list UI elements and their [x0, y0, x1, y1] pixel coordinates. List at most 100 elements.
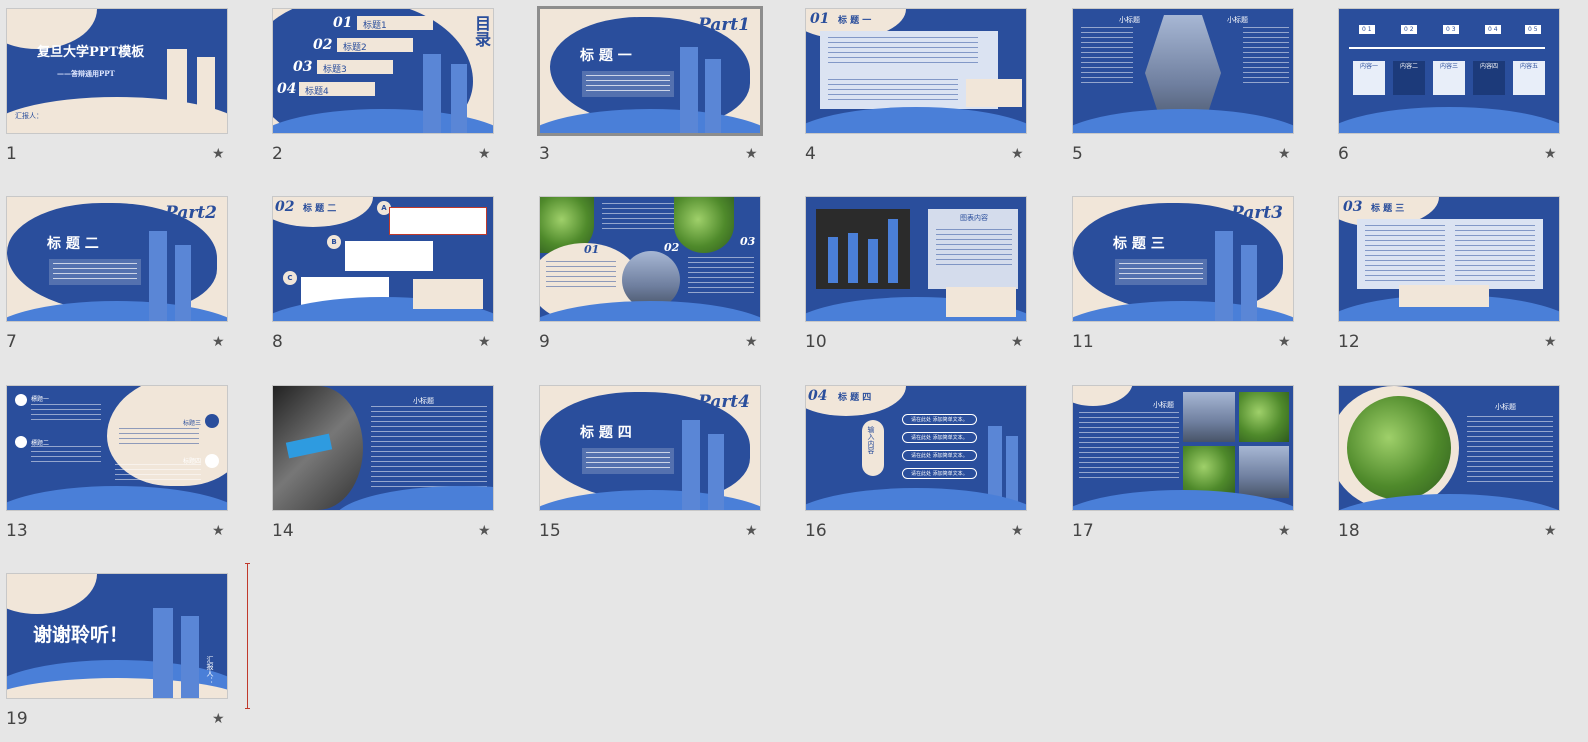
slide-preview[interactable]: 复旦大学PPT模板 ——答辩通用PPT 汇报人：: [6, 8, 228, 134]
marker-b: B: [327, 235, 341, 249]
star-icon[interactable]: ★: [1544, 523, 1557, 539]
star-icon[interactable]: ★: [745, 146, 758, 162]
slide-preview[interactable]: 小标题: [272, 385, 494, 511]
slide-thumbnail-9[interactable]: 01 02 03 9 ★: [539, 196, 761, 356]
slide-preview[interactable]: 图表内容: [805, 196, 1027, 322]
slide-thumbnail-7[interactable]: Part2 标 题 二 7 ★: [6, 196, 228, 356]
slide-title: 标 题 三: [1371, 204, 1405, 214]
step-badge: 0 1: [1359, 25, 1375, 34]
slide-preview[interactable]: 01 标 题 一: [805, 8, 1027, 134]
slide-thumbnail-8[interactable]: 02 标 题 二 A B C 8 ★: [272, 196, 494, 356]
slide-preview[interactable]: 0 1 0 2 0 3 0 4 0 5 内容一 内容二 内容三 内容四 内容五: [1338, 8, 1560, 134]
slide-number: 11: [1072, 332, 1094, 352]
slide-number: 2: [272, 144, 283, 164]
star-icon[interactable]: ★: [478, 334, 491, 350]
slide-preview[interactable]: 03 标 题 三: [1338, 196, 1560, 322]
slide-preview[interactable]: Part2 标 题 二: [6, 196, 228, 322]
slide-heading: 目录: [472, 15, 491, 47]
star-icon[interactable]: ★: [212, 146, 225, 162]
slide-thumbnail-5[interactable]: 小标题 小标题 5 ★: [1072, 8, 1294, 168]
slide-title: 谢谢聆听！: [33, 624, 129, 646]
slide-thumbnail-12[interactable]: 03 标 题 三 12 ★: [1338, 196, 1560, 356]
slide-preview[interactable]: 04 标 题 四 输入内容 请在此处 添加简单文本。 请在此处 添加简单文本。 …: [805, 385, 1027, 511]
row-item: 请在此处 添加简单文本。: [902, 432, 977, 443]
slide-thumbnail-11[interactable]: Part3 标 题 三 11 ★: [1072, 196, 1294, 356]
slide-thumbnail-19[interactable]: 谢谢聆听！ 汇报人： 19 ★: [6, 573, 228, 733]
slide-number: 15: [539, 521, 561, 541]
slide-title: 标 题 一: [580, 48, 632, 64]
slide-number: 17: [1072, 521, 1094, 541]
step-card: 内容一: [1353, 61, 1385, 95]
slide-thumbnail-17[interactable]: 小标题 17 ★: [1072, 385, 1294, 545]
step-card: 内容四: [1473, 61, 1505, 95]
star-icon[interactable]: ★: [212, 334, 225, 350]
item-label: 标题1: [363, 21, 387, 31]
slide-title: 标 题 四: [838, 393, 872, 403]
slide-number: 8: [272, 332, 283, 352]
marker-c: C: [283, 271, 297, 285]
slide-number: 5: [1072, 144, 1083, 164]
slide-preview[interactable]: 小标题: [1338, 385, 1560, 511]
slide-number: 1: [6, 144, 17, 164]
slide-thumbnail-6[interactable]: 0 1 0 2 0 3 0 4 0 5 内容一 内容二 内容三 内容四 内容五 …: [1338, 8, 1560, 168]
slide-preview[interactable]: 小标题 小标题: [1072, 8, 1294, 134]
insertion-cursor: [245, 563, 250, 709]
star-icon[interactable]: ★: [1011, 523, 1024, 539]
star-icon[interactable]: ★: [212, 523, 225, 539]
star-icon[interactable]: ★: [1278, 334, 1291, 350]
slide-number: 18: [1338, 521, 1360, 541]
step-badge: 0 3: [1443, 25, 1459, 34]
star-icon[interactable]: ★: [1278, 523, 1291, 539]
slide-thumbnail-10[interactable]: 图表内容 10 ★: [805, 196, 1027, 356]
slide-thumbnail-15[interactable]: Part4 标 题 四 15 ★: [539, 385, 761, 545]
item-index: 03: [293, 59, 313, 75]
slide-preview[interactable]: Part3 标 题 三: [1072, 196, 1294, 322]
star-icon[interactable]: ★: [745, 334, 758, 350]
label-right: 小标题: [1227, 16, 1248, 24]
slide-title: 标 题 三: [1113, 236, 1165, 252]
slide-label: 小标题: [1495, 403, 1516, 411]
slide-preview[interactable]: Part1 标 题 一: [537, 6, 763, 136]
slide-thumbnail-18[interactable]: 小标题 18 ★: [1338, 385, 1560, 545]
part-label: Part3: [1231, 203, 1283, 223]
star-icon[interactable]: ★: [1544, 334, 1557, 350]
slide-number: 3: [539, 144, 550, 164]
slide-number: 13: [6, 521, 28, 541]
slide-preview[interactable]: 01 标题1 02 标题2 03 标题3 04 标题4 目录: [272, 8, 494, 134]
star-icon[interactable]: ★: [1278, 146, 1291, 162]
slide-number: 14: [272, 521, 294, 541]
star-icon[interactable]: ★: [1011, 146, 1024, 162]
slide-thumbnail-16[interactable]: 04 标 题 四 输入内容 请在此处 添加简单文本。 请在此处 添加简单文本。 …: [805, 385, 1027, 545]
star-icon[interactable]: ★: [745, 523, 758, 539]
item-label: 标题3: [323, 65, 347, 75]
slide-preview[interactable]: 標题一 標题二 标题三 标题四: [6, 385, 228, 511]
slide-thumbnail-14[interactable]: 小标题 14 ★: [272, 385, 494, 545]
star-icon[interactable]: ★: [212, 711, 225, 727]
slide-preview[interactable]: 谢谢聆听！ 汇报人：: [6, 573, 228, 699]
slide-thumbnail-1[interactable]: 复旦大学PPT模板 ——答辩通用PPT 汇报人： 1 ★: [6, 8, 228, 168]
item-title: 標题一: [31, 396, 50, 403]
slide-thumbnail-13[interactable]: 標题一 標题二 标题三 标题四 13 ★: [6, 385, 228, 545]
slide-preview[interactable]: Part4 标 题 四: [539, 385, 761, 511]
slide-label: 小标题: [1153, 401, 1174, 409]
slide-thumbnail-2[interactable]: 01 标题1 02 标题2 03 标题3 04 标题4 目录 2 ★: [272, 8, 494, 168]
slide-index: 01: [810, 11, 830, 27]
star-icon[interactable]: ★: [1011, 334, 1024, 350]
star-icon[interactable]: ★: [478, 146, 491, 162]
slide-sorter-grid: 复旦大学PPT模板 ——答辩通用PPT 汇报人： 1 ★ 01 标题1 02 标…: [0, 0, 1588, 742]
slide-preview[interactable]: 小标题: [1072, 385, 1294, 511]
part-label: Part2: [165, 203, 217, 223]
label-left: 小标题: [1119, 16, 1140, 24]
star-icon[interactable]: ★: [478, 523, 491, 539]
step-badge: 0 2: [1401, 25, 1417, 34]
slide-label: 小标题: [413, 397, 434, 405]
slide-preview[interactable]: 02 标 题 二 A B C: [272, 196, 494, 322]
slide-title: 标 题 二: [47, 236, 99, 252]
slide-thumbnail-4[interactable]: 01 标 题 一 4 ★: [805, 8, 1027, 168]
slide-title: 标 题 二: [303, 204, 337, 214]
label-03: 03: [740, 235, 756, 248]
item-index: 02: [313, 37, 333, 53]
star-icon[interactable]: ★: [1544, 146, 1557, 162]
slide-preview[interactable]: 01 02 03: [539, 196, 761, 322]
slide-thumbnail-3[interactable]: Part1 标 题 一 3 ★: [537, 6, 763, 168]
